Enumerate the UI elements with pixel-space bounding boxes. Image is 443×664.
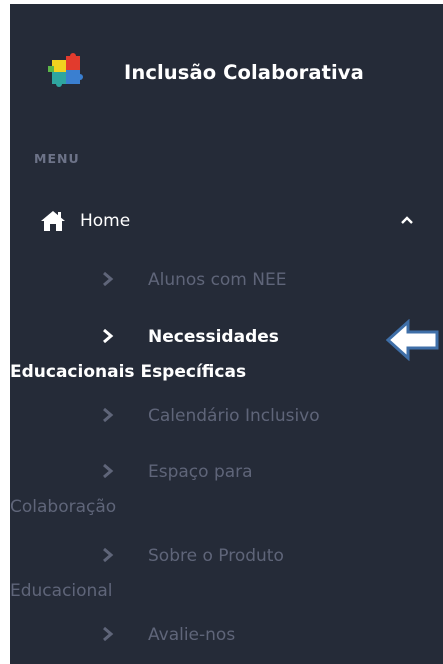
submenu-item-label: Alunos com NEE — [148, 270, 287, 290]
submenu-item-calendario-inclusivo[interactable]: Calendário Inclusivo — [102, 399, 412, 434]
chevron-right-icon — [103, 407, 114, 422]
submenu-item-label-line2: Educacional — [10, 581, 113, 601]
puzzle-pieces-icon — [48, 53, 83, 87]
chevron-right-icon — [103, 271, 114, 286]
sidebar-item-home-label: Home — [80, 211, 131, 231]
submenu-item-avalie-nos[interactable]: Avalie-nos — [102, 618, 412, 653]
submenu-item-label: Espaço para — [148, 462, 253, 482]
submenu-item-label: Necessidades — [148, 327, 279, 347]
chevron-right-icon — [103, 463, 114, 478]
sidebar: Inclusão Colaborativa MENU Home Alunos c… — [10, 4, 443, 664]
brand[interactable]: Inclusão Colaborativa — [46, 52, 364, 92]
chevron-right-icon — [103, 547, 114, 562]
menu-heading: MENU — [34, 151, 80, 166]
submenu-item-label-line2: Educacionais Específicas — [10, 362, 247, 382]
submenu-item-necessidades-educacionais[interactable]: Necessidades Educacionais Específicas — [10, 320, 412, 390]
submenu-item-label-line2: Colaboração — [10, 497, 117, 517]
home-icon — [41, 211, 65, 231]
left-arrow-callout-icon — [386, 319, 439, 361]
app-title: Inclusão Colaborativa — [124, 60, 364, 84]
submenu-item-sobre-o-produto[interactable]: Sobre o Produto Educacional — [10, 539, 412, 609]
submenu-item-alunos-com-nee[interactable]: Alunos com NEE — [102, 263, 412, 298]
submenu-item-label: Avalie-nos — [148, 625, 236, 645]
sidebar-item-home[interactable]: Home — [40, 204, 420, 238]
submenu-item-label: Sobre o Produto — [148, 546, 284, 566]
submenu-item-espaco-para-colaboracao[interactable]: Espaço para Colaboração — [10, 455, 412, 525]
chevron-up-icon[interactable] — [400, 213, 414, 227]
chevron-right-icon — [103, 626, 114, 641]
submenu-item-label: Calendário Inclusivo — [148, 406, 320, 426]
chevron-right-icon — [103, 328, 114, 343]
